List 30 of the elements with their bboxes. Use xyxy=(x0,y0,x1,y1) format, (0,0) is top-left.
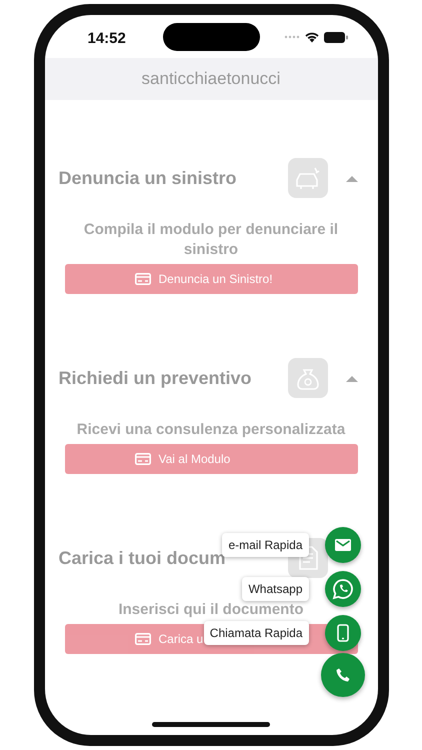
form-button[interactable]: Denuncia un Sinistro! xyxy=(64,264,358,294)
battery-icon xyxy=(324,32,348,42)
money-bag-icon xyxy=(288,358,328,398)
fab-button[interactable] xyxy=(324,615,360,651)
fab-label: Whatsapp xyxy=(242,577,308,601)
fab-main-button[interactable] xyxy=(320,653,364,697)
section-title: Richiedi un preventivo xyxy=(58,366,252,390)
fab-label: Chiamata Rapida xyxy=(204,621,308,645)
envelope-icon xyxy=(334,539,350,551)
fab-button[interactable] xyxy=(324,527,360,563)
card-icon xyxy=(134,273,150,285)
card-icon xyxy=(134,633,150,645)
section-description: Ricevi una consulenza personalizzata xyxy=(76,420,346,440)
car-icon xyxy=(288,158,328,198)
mobile-phone-icon xyxy=(336,624,348,642)
phone-icon xyxy=(336,668,350,682)
form-button[interactable]: Vai al Modulo xyxy=(64,444,358,474)
section-description: Compila il modulo per denunciare il sinistro xyxy=(82,220,340,260)
whatsapp-icon xyxy=(332,578,354,600)
caret-up-icon[interactable] xyxy=(346,374,358,382)
app-title: santicchiaetonucci xyxy=(142,68,280,90)
section-title: Denuncia un sinistro xyxy=(58,166,237,190)
card-icon xyxy=(134,453,150,465)
fab-label: e-mail Rapida xyxy=(222,533,308,557)
status-time: 14:52 xyxy=(88,29,126,49)
caret-up-icon[interactable] xyxy=(346,174,358,182)
fab-button[interactable] xyxy=(324,571,360,607)
signal-icon xyxy=(284,35,300,39)
section-description: Inserisci qui il documento xyxy=(117,600,305,620)
wifi-icon xyxy=(304,31,320,43)
